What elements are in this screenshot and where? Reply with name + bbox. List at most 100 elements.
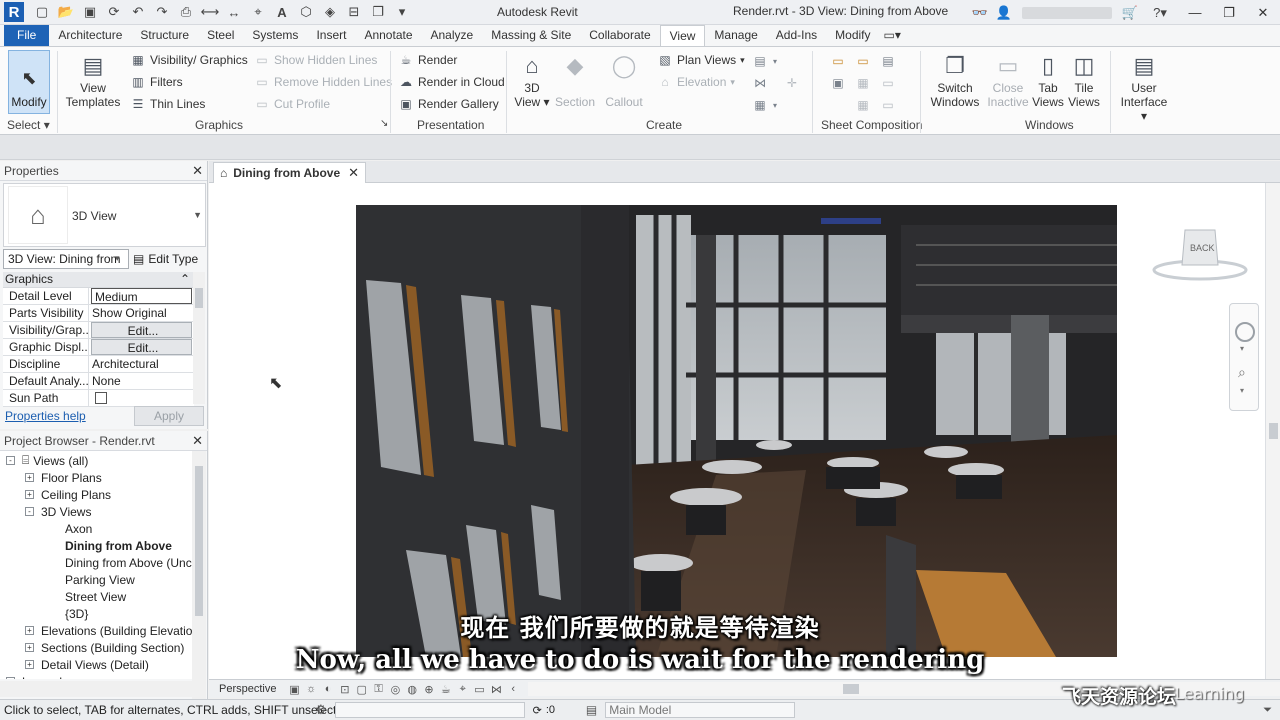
collapse-icon[interactable]: ⌃ — [180, 272, 190, 287]
schedules-dropdown-icon[interactable]: ▾ — [767, 53, 783, 69]
render-button[interactable]: ☕ Render — [398, 51, 458, 69]
filters-button[interactable]: ▥ Filters — [130, 73, 182, 91]
elevation-button[interactable]: ⌂ Elevation ▾ — [657, 73, 735, 91]
editing-requests-icon[interactable]: ⟳ — [533, 704, 542, 717]
place-view-icon[interactable]: ▣ — [830, 75, 846, 91]
rendered-view[interactable] — [356, 205, 1117, 657]
chevron-down-icon[interactable]: ▾ — [1240, 386, 1244, 395]
ribbon-minimize-icon[interactable]: ▭▾ — [880, 25, 905, 46]
expand-icon[interactable]: + — [25, 490, 34, 499]
legends-dropdown-icon[interactable]: ▾ — [767, 97, 783, 113]
tab-view[interactable]: View — [659, 25, 706, 46]
titleblock-icon[interactable]: ▭ — [855, 53, 871, 69]
collapse-icon[interactable]: - — [6, 456, 15, 465]
undo-icon[interactable]: ↶ — [128, 3, 148, 21]
render-dialog-icon[interactable]: ☕ — [438, 682, 454, 697]
tab-steel[interactable]: Steel — [198, 25, 243, 46]
switch-windows-icon[interactable]: ❐ — [368, 3, 388, 21]
tree-item[interactable]: Axon — [65, 520, 92, 537]
tab-analyze[interactable]: Analyze — [422, 25, 483, 46]
scroll-thumb[interactable] — [195, 288, 203, 308]
tab-file[interactable]: File — [4, 25, 50, 46]
crop-view-icon[interactable]: ⊡ — [337, 682, 353, 697]
tree-item[interactable]: + Ceiling Plans — [25, 486, 111, 503]
tab-views-button[interactable]: ▯ Tab Views — [1031, 51, 1065, 110]
revit-app-icon[interactable]: R — [4, 2, 24, 22]
properties-scrollbar[interactable] — [193, 272, 205, 404]
callout-button[interactable]: ◯ Callout — [602, 51, 646, 110]
default-analysis-value[interactable]: None — [89, 373, 194, 389]
workset-selector[interactable] — [334, 702, 525, 718]
thin-lines-button[interactable]: ☰ Thin Lines — [130, 95, 206, 113]
shadows-icon[interactable]: ◐ — [320, 682, 336, 697]
user-name-blurred[interactable] — [1022, 6, 1112, 19]
help-icon[interactable]: ?▾ — [1144, 4, 1176, 22]
restore-button[interactable]: ❐ — [1212, 0, 1246, 25]
scroll-thumb[interactable] — [1269, 423, 1278, 439]
browser-horizontal-scrollbar[interactable] — [0, 681, 192, 697]
visibility-graphics-button[interactable]: ▦ Visibility/ Graphics — [130, 51, 247, 69]
remove-hidden-lines-button[interactable]: ▭ Remove Hidden Lines — [254, 73, 392, 91]
text-icon[interactable]: A — [272, 3, 292, 21]
minimize-button[interactable]: — — [1178, 0, 1212, 25]
plan-views-button[interactable]: ▧ Plan Views ▾ — [657, 51, 744, 69]
visual-style-icon[interactable]: ▣ — [286, 682, 302, 697]
print-icon[interactable]: ⎙ — [176, 3, 196, 21]
sheet-icon[interactable]: ▭ — [830, 53, 846, 69]
main-model-selector[interactable]: Main Model — [605, 702, 796, 718]
close-icon[interactable]: ✕ — [348, 165, 359, 181]
sun-path-checkbox[interactable] — [95, 392, 107, 404]
steering-wheel-icon[interactable] — [1235, 322, 1255, 342]
type-selector[interactable]: ⌂ 3D View ▼ — [3, 183, 206, 247]
lock-3d-icon[interactable]: ⚿ — [371, 682, 387, 697]
close-hidden-icon[interactable]: ⊟ — [344, 3, 364, 21]
scroll-left-icon[interactable]: ‹ — [505, 682, 521, 697]
scope-box-icon[interactable]: ⋈ — [752, 75, 768, 91]
switch-windows-button[interactable]: ❐ Switch Windows — [930, 51, 980, 110]
guide-grid-icon[interactable]: ▦ — [855, 75, 871, 91]
sync-icon[interactable]: ⟳ — [104, 3, 124, 21]
graphics-dialog-launcher-icon[interactable]: ↘ — [380, 118, 388, 129]
select-panel-label[interactable]: Select ▾ — [7, 118, 50, 132]
tree-item[interactable]: -3D Views — [25, 503, 91, 520]
chevron-down-icon[interactable]: ▾ — [115, 253, 120, 264]
view-templates-button[interactable]: ▤ View Templates — [66, 51, 121, 110]
tree-item[interactable]: - ⌸ Views (all) — [6, 452, 88, 469]
tab-modify[interactable]: Modify — [826, 25, 879, 46]
canvas-vertical-scrollbar[interactable] — [1265, 183, 1280, 679]
tree-item[interactable]: Dining from Above — [65, 537, 172, 554]
show-hidden-lines-button[interactable]: ▭ Show Hidden Lines — [254, 51, 377, 69]
viewports-icon[interactable]: ▭ — [880, 97, 896, 113]
reference-plane-icon[interactable]: ✛ — [784, 75, 800, 91]
temporary-hide-icon[interactable]: ◎ — [387, 682, 403, 697]
tree-item[interactable]: + Floor Plans — [25, 469, 102, 486]
scroll-thumb[interactable] — [843, 684, 860, 694]
reveal-hidden-icon[interactable]: ◍ — [404, 682, 420, 697]
visibility-graphics-edit-button[interactable]: Edit... — [91, 322, 192, 338]
tile-views-button[interactable]: ◫ Tile Views — [1067, 51, 1101, 110]
graphic-display-edit-button[interactable]: Edit... — [91, 339, 192, 355]
chevron-down-icon[interactable]: ▾ — [1240, 344, 1244, 353]
tab-collaborate[interactable]: Collaborate — [580, 25, 659, 46]
dimension-icon[interactable]: ↔ — [224, 3, 244, 21]
tag-icon[interactable]: ⌖ — [248, 3, 268, 21]
close-window-button[interactable]: ✕ — [1246, 0, 1280, 25]
scroll-thumb[interactable] — [195, 466, 203, 616]
3d-view-icon[interactable]: ⬡ — [296, 3, 316, 21]
close-icon[interactable]: ✕ — [192, 433, 203, 449]
collapse-icon[interactable]: - — [25, 507, 34, 516]
tree-item[interactable]: Street View — [65, 588, 126, 605]
chevron-down-icon[interactable]: ▼ — [193, 210, 202, 220]
modify-button[interactable]: ⬉ Modify — [8, 50, 50, 114]
close-icon[interactable]: ✕ — [192, 163, 203, 179]
instance-view-selector[interactable]: 3D View: Dining from — [3, 249, 129, 269]
constraints-icon[interactable]: ⋈ — [488, 682, 504, 697]
expand-icon[interactable]: + — [6, 677, 15, 679]
render-in-cloud-button[interactable]: ☁ Render in Cloud — [398, 73, 505, 91]
tab-structure[interactable]: Structure — [131, 25, 198, 46]
redo-icon[interactable]: ↷ — [152, 3, 172, 21]
tab-add-ins[interactable]: Add-Ins — [767, 25, 826, 46]
tab-massing-site[interactable]: Massing & Site — [482, 25, 580, 46]
user-icon[interactable]: 👤 — [994, 4, 1014, 22]
matchline-icon[interactable]: ▭ — [880, 75, 896, 91]
